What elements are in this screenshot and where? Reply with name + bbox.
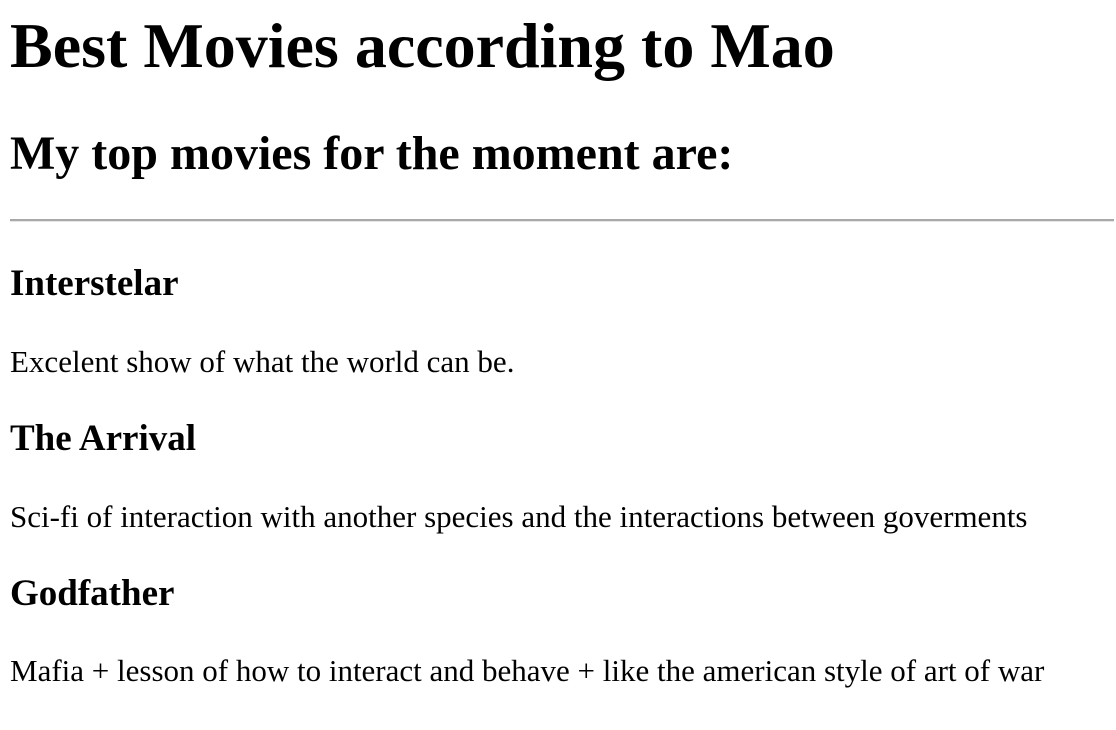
page: Best Movies according to Mao My top movi… <box>0 0 1116 730</box>
page-subtitle: My top movies for the moment are: <box>10 127 734 180</box>
page-title: Best Movies according to Mao <box>10 10 835 81</box>
movie-description-interstelar: Excelent show of what the world can be. <box>10 344 515 379</box>
movie-description-godfather: Mafia + lesson of how to interact and be… <box>10 653 1045 688</box>
movie-title-godfather: Godfather <box>10 573 175 614</box>
movie-title-the-arrival: The Arrival <box>10 418 197 459</box>
horizontal-divider <box>10 219 1114 222</box>
movie-description-the-arrival: Sci-fi of interaction with another speci… <box>10 499 1028 534</box>
movie-title-interstelar: Interstelar <box>10 263 179 304</box>
